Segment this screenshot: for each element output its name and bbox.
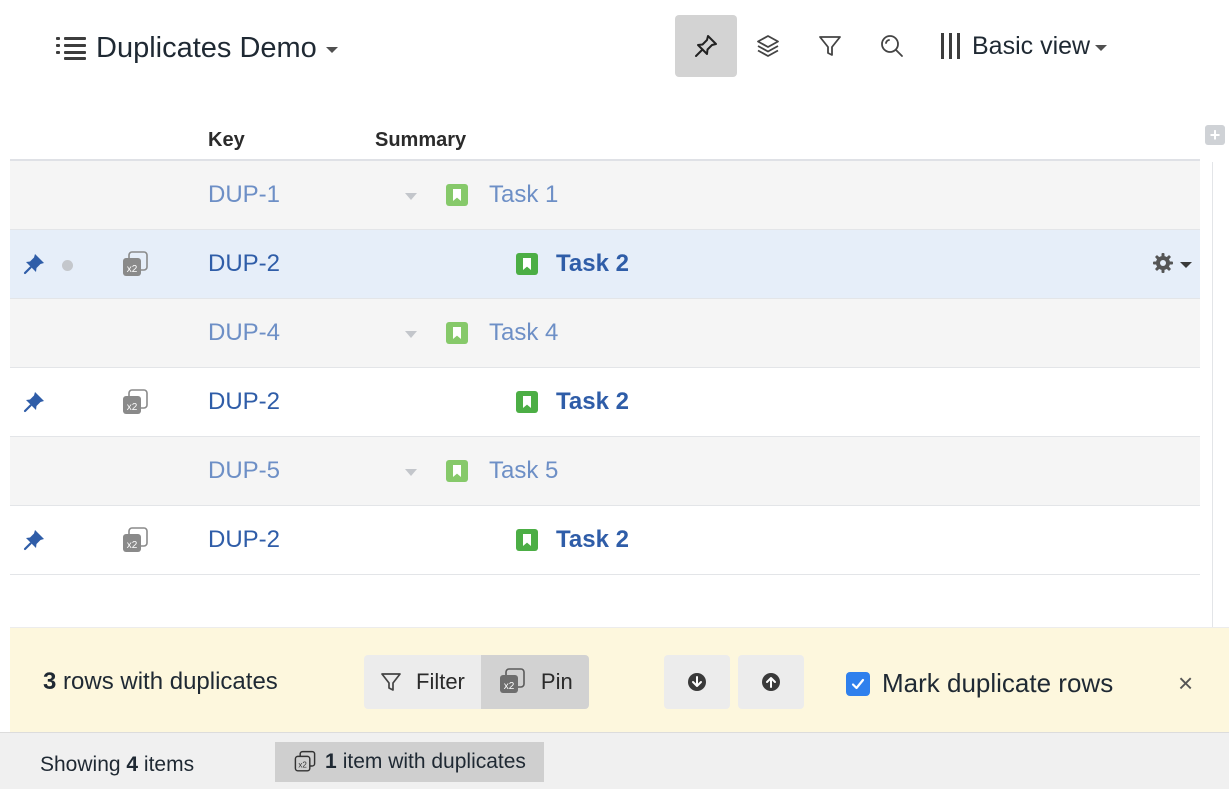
dup-item-count: 1 xyxy=(325,750,337,773)
svg-text:x2: x2 xyxy=(127,264,138,275)
table-row[interactable]: DUP-1 Task 1 xyxy=(10,161,1200,230)
structure-list-icon xyxy=(56,36,86,60)
story-icon xyxy=(446,460,468,482)
pin-icon[interactable] xyxy=(22,528,46,552)
duplicates-count: 3 xyxy=(43,668,57,695)
showing-prefix: Showing xyxy=(40,753,127,776)
expand-caret-icon[interactable] xyxy=(405,193,417,200)
arrow-down-circle-icon xyxy=(688,673,706,691)
showing-suffix: items xyxy=(138,753,195,776)
issue-summary-link[interactable]: Task 2 xyxy=(556,526,629,554)
row-actions-menu[interactable] xyxy=(1152,252,1192,274)
issue-key-link[interactable]: DUP-1 xyxy=(208,181,280,209)
duplicates-banner: 3 rows with duplicates Filter x2 Pin Mar… xyxy=(10,627,1229,732)
table-row[interactable]: x2 DUP-2 Task 2 xyxy=(10,368,1200,437)
filter-duplicates-button[interactable]: Filter xyxy=(364,655,481,709)
story-icon xyxy=(516,391,538,413)
story-icon xyxy=(446,184,468,206)
mark-duplicate-rows-checkbox[interactable] xyxy=(846,672,870,696)
pin-icon xyxy=(695,35,717,57)
view-label: Basic view xyxy=(972,31,1091,60)
close-banner-button[interactable]: × xyxy=(1178,668,1193,699)
svg-text:x2: x2 xyxy=(127,540,138,551)
duplicates-summary-text: rows with duplicates xyxy=(56,668,278,695)
filter-button[interactable] xyxy=(799,15,861,77)
column-header-key[interactable]: Key xyxy=(208,129,245,152)
structure-title-dropdown[interactable]: Duplicates Demo xyxy=(56,24,338,72)
issue-summary-link[interactable]: Task 2 xyxy=(556,388,629,416)
duplicate-x2-icon: x2 xyxy=(499,668,525,693)
duplicate-x2-icon: x2 xyxy=(123,389,148,414)
issue-table: DUP-1 Task 1 x2 DUP-2 Task 2 DUP-4 Task … xyxy=(10,161,1200,575)
expand-caret-icon[interactable] xyxy=(405,331,417,338)
add-column-button[interactable]: + xyxy=(1205,125,1225,145)
duplicates-summary: 3 rows with duplicates xyxy=(43,668,278,696)
pin-icon[interactable] xyxy=(22,390,46,414)
columns-icon xyxy=(941,33,960,59)
issue-key-link[interactable]: DUP-2 xyxy=(208,526,280,554)
svg-text:x2: x2 xyxy=(504,681,515,692)
table-row[interactable]: x2 DUP-2 Task 2 xyxy=(10,230,1200,299)
column-header-row: Key Summary xyxy=(10,125,1200,161)
chevron-down-icon xyxy=(325,47,338,53)
story-icon xyxy=(516,529,538,551)
table-row[interactable]: DUP-5 Task 5 xyxy=(10,437,1200,506)
gear-icon xyxy=(1153,253,1173,273)
status-dot xyxy=(62,260,73,271)
issue-summary-link[interactable]: Task 2 xyxy=(556,250,629,278)
vertical-scrollbar[interactable] xyxy=(1212,162,1213,627)
chevron-down-icon xyxy=(1095,45,1108,51)
column-header-summary[interactable]: Summary xyxy=(375,129,466,152)
dup-item-text: item with duplicates xyxy=(342,750,526,773)
items-with-duplicates-chip[interactable]: x2 1 item with duplicates xyxy=(275,742,544,782)
duplicate-x2-icon: x2 xyxy=(294,750,316,772)
search-icon xyxy=(881,35,903,57)
duplicate-x2-icon: x2 xyxy=(123,527,148,552)
page-title: Duplicates Demo xyxy=(96,31,317,64)
next-duplicate-button[interactable] xyxy=(664,655,730,709)
mark-duplicate-rows-label[interactable]: Mark duplicate rows xyxy=(882,668,1113,699)
view-selector-dropdown[interactable]: Basic view xyxy=(941,15,1108,77)
filter-label: Filter xyxy=(416,669,465,694)
issue-summary-link[interactable]: Task 5 xyxy=(489,457,558,485)
filter-icon xyxy=(819,36,841,56)
issue-key-link[interactable]: DUP-2 xyxy=(208,388,280,416)
issue-key-link[interactable]: DUP-5 xyxy=(208,457,280,485)
previous-duplicate-button[interactable] xyxy=(738,655,804,709)
pin-icon[interactable] xyxy=(22,252,46,276)
filter-icon xyxy=(381,673,401,691)
duplicate-x2-icon: x2 xyxy=(123,251,148,276)
issue-summary-link[interactable]: Task 4 xyxy=(489,319,558,347)
layers-button[interactable] xyxy=(737,15,799,77)
layers-icon xyxy=(757,35,779,57)
table-row[interactable]: DUP-4 Task 4 xyxy=(10,299,1200,368)
table-row[interactable]: x2 DUP-2 Task 2 xyxy=(10,506,1200,575)
showing-items-text: Showing 4 items xyxy=(40,753,194,777)
toolbar: Basic view xyxy=(675,15,1108,77)
story-icon xyxy=(516,253,538,275)
svg-text:x2: x2 xyxy=(298,761,307,770)
issue-key-link[interactable]: DUP-4 xyxy=(208,319,280,347)
pin-label: Pin xyxy=(540,669,573,694)
structure-header: Duplicates Demo Basic view xyxy=(0,0,1229,100)
status-bar: Showing 4 items x2 1 item with duplicate… xyxy=(0,732,1229,789)
search-button[interactable] xyxy=(861,15,923,77)
pin-duplicates-button[interactable]: x2 Pin xyxy=(480,655,589,709)
checkmark-icon xyxy=(851,678,865,690)
pin-button[interactable] xyxy=(675,15,737,77)
issue-key-link[interactable]: DUP-2 xyxy=(208,250,280,278)
story-icon xyxy=(446,322,468,344)
arrow-up-circle-icon xyxy=(762,673,780,691)
showing-count: 4 xyxy=(126,753,139,776)
duplicates-mode-toggle: Filter x2 Pin xyxy=(364,655,589,709)
chevron-down-icon xyxy=(1180,262,1192,268)
svg-text:x2: x2 xyxy=(127,402,138,413)
plus-icon: + xyxy=(1209,125,1221,145)
issue-summary-link[interactable]: Task 1 xyxy=(489,181,558,209)
expand-caret-icon[interactable] xyxy=(405,469,417,476)
